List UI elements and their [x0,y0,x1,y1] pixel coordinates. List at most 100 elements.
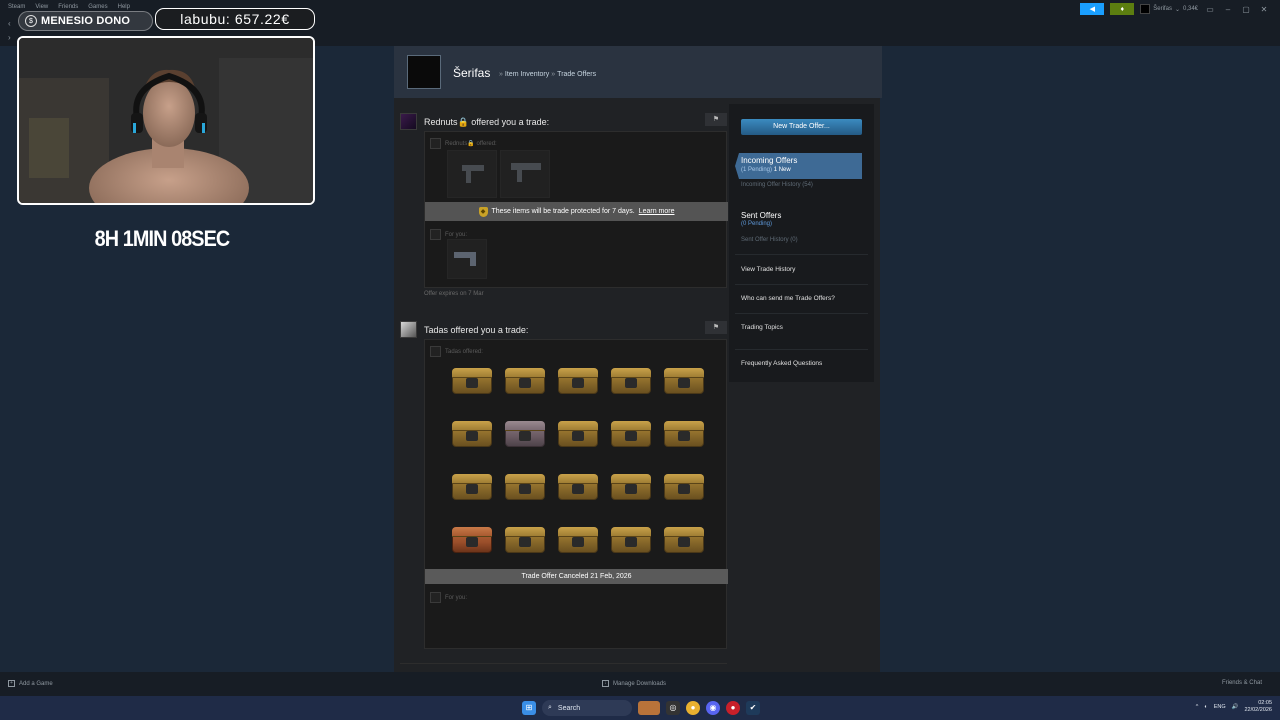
sent-offers-link[interactable]: Sent Offers [741,211,781,220]
weapon-case-item[interactable] [449,521,495,555]
pending-count: (1 Pending) [741,167,773,173]
taskbar-apps: ⊞ ⌕ Search ◎ ● ◉ ● ✔ [522,700,760,716]
avatar [430,138,441,149]
case-emblem-icon [572,431,584,441]
profile-avatar[interactable] [407,55,441,89]
offer-title: Tadas offered you a trade: [424,325,529,335]
incoming-offers-pending: (1 Pending) 1 New [741,167,791,173]
chrome-icon[interactable]: ● [686,701,700,715]
avatar [430,592,441,603]
add-game-button[interactable]: + Add a Game [8,680,53,687]
steam-menu: Steam View Friends Games Help [8,4,130,10]
megaphone-icon: ◀ [1089,6,1095,13]
account-menu[interactable]: Šerifas ⌄ 0,34€ [1140,4,1198,14]
app-icon[interactable] [638,701,660,715]
friends-chat-button[interactable]: Friends & Chat [1222,680,1262,686]
faq-link[interactable]: Frequently Asked Questions [741,360,822,367]
weapon-case-item[interactable] [555,468,601,502]
avatar [1140,4,1151,14]
trading-topics-link[interactable]: Trading Topics [741,324,783,331]
weapon-case-item[interactable] [449,362,495,396]
menu-help[interactable]: Help [118,4,130,10]
weapon-case-item[interactable] [502,415,548,449]
case-emblem-icon [519,378,531,388]
weapon-case-item[interactable] [608,521,654,555]
back-arrow-icon[interactable]: ‹ [8,20,16,28]
party-offered-label: Rednuts🔒 offered: [430,138,497,149]
case-emblem-icon [625,431,637,441]
forward-arrow-icon[interactable]: › [8,34,16,42]
weapon-case-item[interactable] [661,468,707,502]
item-slot[interactable] [447,150,497,198]
avatar[interactable] [400,321,417,338]
learn-more-link[interactable]: Learn more [639,208,675,215]
weapon-case-item[interactable] [502,468,548,502]
weapon-case-item[interactable] [502,521,548,555]
weapon-case-item[interactable] [661,415,707,449]
minimize-icon[interactable]: – [1222,5,1234,14]
weapon-case-item[interactable] [608,468,654,502]
close-icon[interactable]: ✕ [1258,5,1270,14]
clock[interactable]: 02:05 22/02/2026 [1244,700,1272,714]
weapon-case-item[interactable] [608,362,654,396]
maximize-icon[interactable]: ▢ [1240,5,1252,14]
taskbar-search[interactable]: ⌕ Search [542,700,632,716]
item-slot[interactable] [500,150,550,198]
case-emblem-icon [625,537,637,547]
weapon-case-item[interactable] [502,362,548,396]
new-trade-offer-button[interactable]: New Trade Offer... [741,119,862,135]
add-game-label: Add a Game [19,680,53,687]
steam-icon[interactable]: ✔ [746,701,760,715]
menu-view[interactable]: View [35,4,48,10]
weapon-case-item[interactable] [449,468,495,502]
titlebar-right: ◀ ♦ Šerifas ⌄ 0,34€ ▭ – ▢ ✕ [1080,3,1270,15]
case-lid [558,527,598,537]
volume-icon[interactable]: 🔊 [1232,704,1239,710]
webcam-feed [17,36,315,205]
notice-text: These items will be trade protected for … [491,208,635,215]
case-emblem-icon [572,378,584,388]
who-can-send-link[interactable]: Who can send me Trade Offers? [741,295,835,302]
chevron-up-icon[interactable]: ^ [1196,704,1199,710]
profile-name[interactable]: Šerifas [453,66,490,80]
item-slot[interactable] [447,239,487,279]
network-icon[interactable]: ◐ [1204,704,1207,710]
case-emblem-icon [678,431,690,441]
incoming-offers-tab[interactable]: Incoming Offers (1 Pending) 1 New [735,153,862,179]
avatar[interactable] [400,113,417,130]
menu-steam[interactable]: Steam [8,4,25,10]
incoming-history-link[interactable]: Incoming Offer History (54) [741,182,813,188]
menu-games[interactable]: Games [88,4,107,10]
notifications-button[interactable]: ♦ [1110,3,1135,15]
weapon-case-item[interactable] [661,362,707,396]
menu-friends[interactable]: Friends [58,4,78,10]
offer-expiry: Offer expires on 7 Mar [424,291,484,297]
report-flag-button[interactable]: ⚑ [705,321,727,334]
account-balance: 0,34€ [1182,6,1198,12]
search-icon: ⌕ [548,704,552,711]
weapon-case-item[interactable] [555,415,601,449]
weapon-case-item[interactable] [449,415,495,449]
weapon-case-item[interactable] [608,415,654,449]
breadcrumb-item-inventory[interactable]: Item Inventory [505,71,549,78]
report-flag-button[interactable]: ⚑ [705,113,727,126]
case-lid [611,527,651,537]
sent-history-link[interactable]: Sent Offer History (0) [741,237,798,243]
app-icon[interactable]: ◎ [666,701,680,715]
case-lid [505,368,545,378]
app-icon[interactable]: ● [726,701,740,715]
bigpicture-icon[interactable]: ▭ [1204,5,1216,14]
discord-icon[interactable]: ◉ [706,701,720,715]
language-indicator[interactable]: ENG [1214,704,1226,710]
breadcrumb-trade-offers[interactable]: Trade Offers [557,71,596,78]
view-trade-history-link[interactable]: View Trade History [741,266,795,273]
windows-start-icon[interactable]: ⊞ [522,701,536,715]
weapon-case-item[interactable] [661,521,707,555]
broadcast-button[interactable]: ◀ [1080,3,1105,15]
goal-text: labubu: 657.22€ [180,11,290,27]
weapon-case-item[interactable] [555,521,601,555]
case-lid [558,421,598,431]
manage-downloads-button[interactable]: ↓ Manage Downloads [602,680,666,687]
trade-protection-notice: ◆ These items will be trade protected fo… [425,202,728,221]
weapon-case-item[interactable] [555,362,601,396]
